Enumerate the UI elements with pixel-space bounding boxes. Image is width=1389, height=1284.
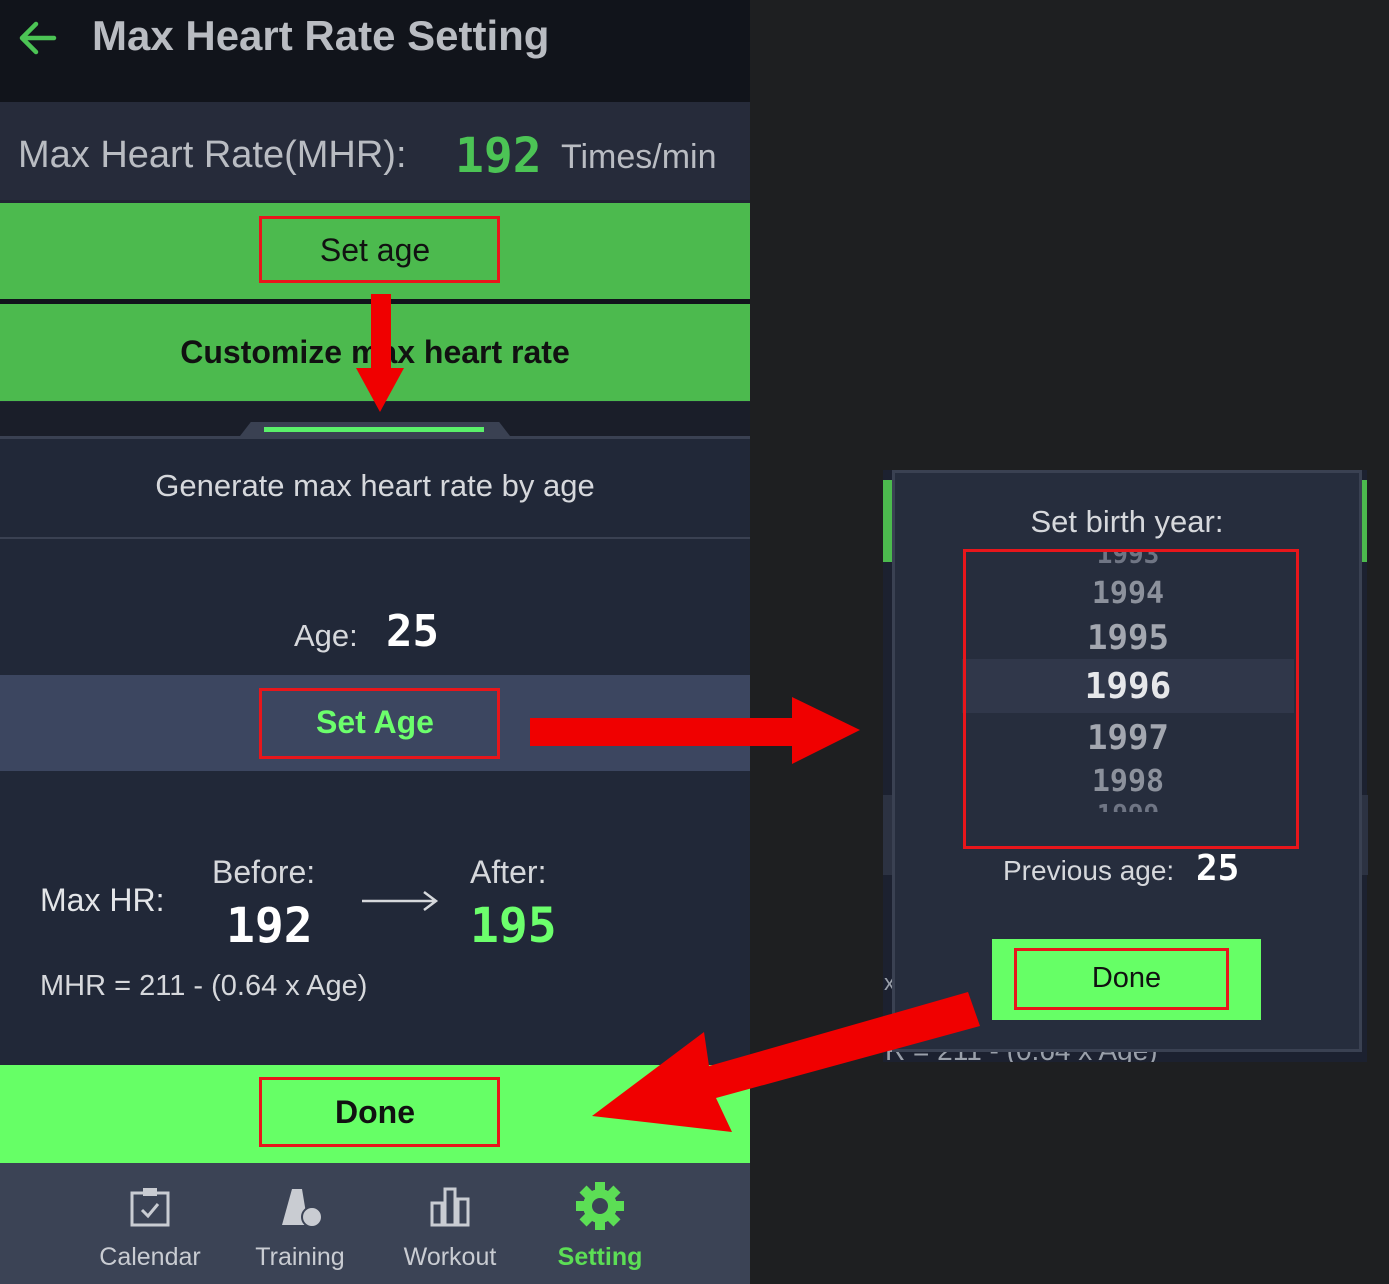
arrow-down-annotation xyxy=(356,294,404,412)
arrow-right-annotation xyxy=(530,697,860,764)
arrow-left-annotation xyxy=(592,992,980,1132)
annotation-arrows xyxy=(356,294,980,1132)
